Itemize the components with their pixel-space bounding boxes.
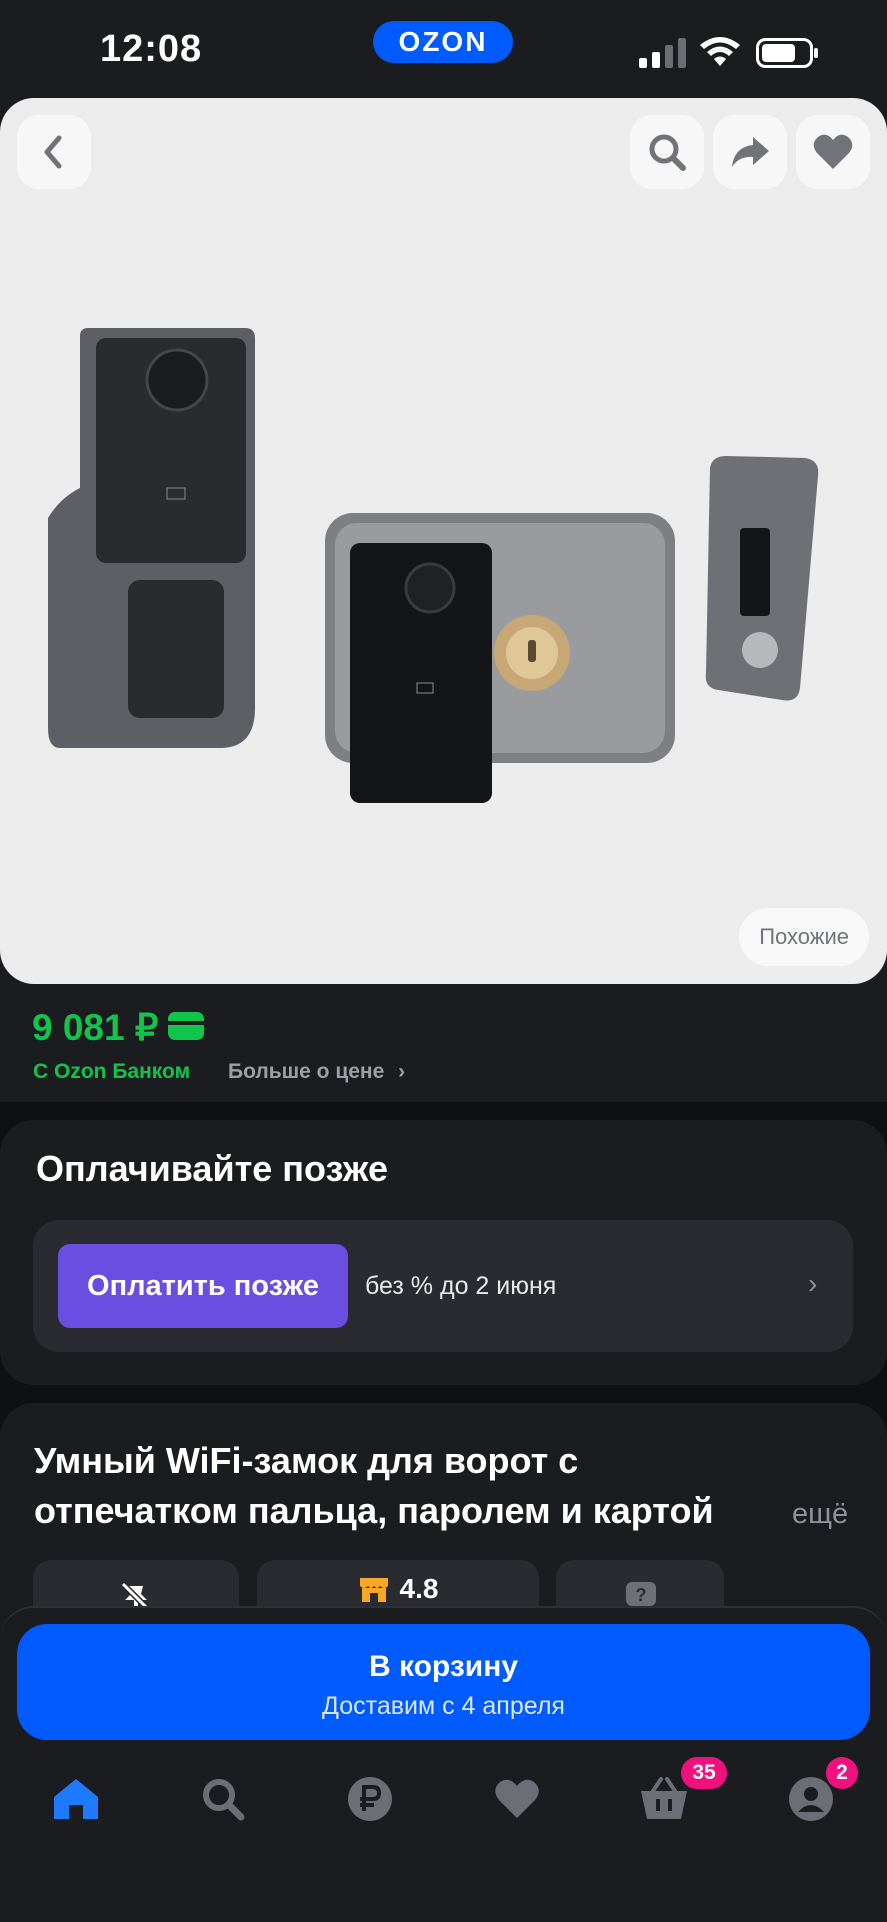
nav-search[interactable] [196,1772,250,1826]
nav-finance[interactable] [343,1772,397,1826]
similar-button[interactable]: Похожие [739,908,869,966]
product-image [48,328,819,803]
search-icon [203,1779,245,1821]
add-to-cart-label: В корзину [368,1650,519,1683]
home-icon [54,1779,98,1819]
ozon-logo: OZON [373,21,513,63]
nav-favorites[interactable] [490,1772,544,1826]
profile-icon [789,1777,833,1821]
store-rating: 4.8 [399,1573,439,1604]
more-about-price-label: Больше о цене [228,1060,385,1083]
heart-icon [495,1779,539,1818]
chevron-left-icon [44,135,62,169]
pay-later-note: без % до 2 июня [365,1272,557,1300]
product-title-line2: отпечатком пальца, паролем и картой [34,1490,714,1531]
store-icon [359,1578,388,1602]
pay-later-title: Оплачивайте позже [36,1148,388,1189]
chevron-right-icon: › [808,1268,818,1299]
delivery-date: Доставим с 4 апреля [322,1692,565,1720]
more-about-price-link[interactable]: Больше о цене › [228,1060,405,1084]
heart-icon [813,134,853,169]
search-icon [649,134,686,171]
chevron-right-icon: › [398,1060,406,1083]
card-icon [168,1012,204,1040]
nav-home[interactable] [49,1772,103,1826]
wifi-icon [700,37,740,66]
pay-later-button[interactable]: Оплатить позже [58,1244,348,1328]
cart-badge: 35 [681,1757,727,1789]
title-fade [735,1488,790,1538]
ruble-icon [348,1777,392,1821]
status-time: 12:08 [100,28,203,70]
ozon-bank-label: С Ozon Банком [33,1060,191,1083]
product-title: Умный WiFi-замок для ворот с отпечатком … [34,1436,754,1536]
share-button[interactable] [713,115,787,189]
product-title-line1: Умный WiFi-замок для ворот с [34,1440,579,1481]
back-button[interactable] [17,115,91,189]
share-icon [732,137,769,167]
expand-title-link[interactable]: ещё [792,1498,848,1531]
product-gallery[interactable]: Похожие [0,98,887,984]
price-value: 9 081 ₽ [32,1007,159,1048]
search-button[interactable] [630,115,704,189]
svg-text:?: ? [636,1585,647,1605]
favorite-button[interactable] [796,115,870,189]
signal-icon [639,38,686,68]
battery-icon [756,38,818,68]
basket-icon [641,1777,687,1819]
profile-badge: 2 [826,1757,858,1789]
